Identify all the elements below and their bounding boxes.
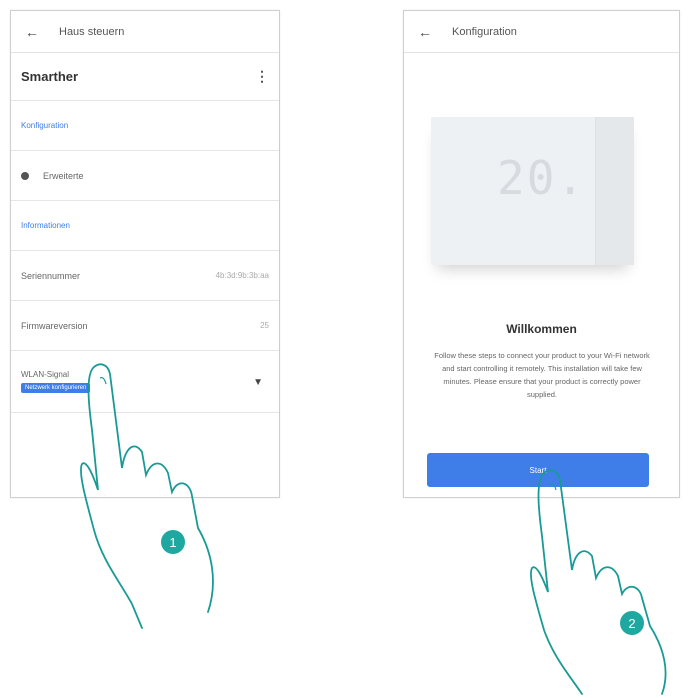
advanced-label: Erweiterte	[43, 170, 84, 181]
chevron-down-icon[interactable]: ▼	[253, 377, 263, 388]
advanced-settings-row[interactable]: Erweiterte	[11, 151, 279, 201]
app-bar-title: Haus steuern	[59, 25, 125, 38]
start-button[interactable]: Start	[427, 453, 649, 487]
thermostat-side	[595, 117, 634, 265]
serial-label: Seriennummer	[21, 270, 81, 281]
kebab-menu-icon[interactable]: ⋮	[255, 68, 269, 85]
app-bar: ← Haus steuern	[11, 11, 279, 53]
app-bar: ← Konfiguration	[404, 11, 679, 53]
screen-haus-steuern: ← Haus steuern Smarther ⋮ Konfiguration …	[10, 10, 280, 498]
step-badge-2: 2	[620, 611, 644, 635]
section-header-info: Informationen	[11, 201, 279, 251]
serial-number-row: Seriennummer 4b:3d:9b:3b:aa	[11, 251, 279, 301]
wlan-signal-row[interactable]: WLAN-Signal Netzwerk konfigurieren ▼	[11, 351, 279, 413]
section-config-label: Konfiguration	[21, 121, 69, 130]
thermostat-image: 20.	[431, 117, 634, 265]
firmware-row: Firmwareversion 25	[11, 301, 279, 351]
device-name: Smarther	[21, 69, 79, 84]
back-arrow-icon[interactable]: ←	[25, 24, 39, 40]
pointing-hand-icon	[530, 469, 667, 695]
app-bar-title: Konfiguration	[452, 25, 517, 38]
device-title-row: Smarther ⋮	[11, 53, 279, 101]
firmware-value: 25	[260, 321, 269, 330]
step-badge-1: 1	[161, 530, 185, 554]
configure-network-button[interactable]: Netzwerk konfigurieren	[21, 383, 91, 393]
back-arrow-icon[interactable]: ←	[418, 24, 432, 40]
welcome-description: Follow these steps to connect your produ…	[434, 351, 650, 399]
thermostat-display: 20.	[497, 151, 587, 205]
welcome-title: Willkommen	[506, 322, 577, 336]
settings-icon	[21, 171, 29, 180]
serial-value: 4b:3d:9b:3b:aa	[215, 271, 269, 280]
wlan-label: WLAN-Signal	[21, 370, 70, 379]
section-header-config: Konfiguration	[11, 101, 279, 151]
screen-konfiguration: ← Konfiguration 20. Willkommen Follow th…	[403, 10, 680, 498]
section-info-label: Informationen	[21, 221, 70, 230]
firmware-label: Firmwareversion	[21, 320, 88, 331]
